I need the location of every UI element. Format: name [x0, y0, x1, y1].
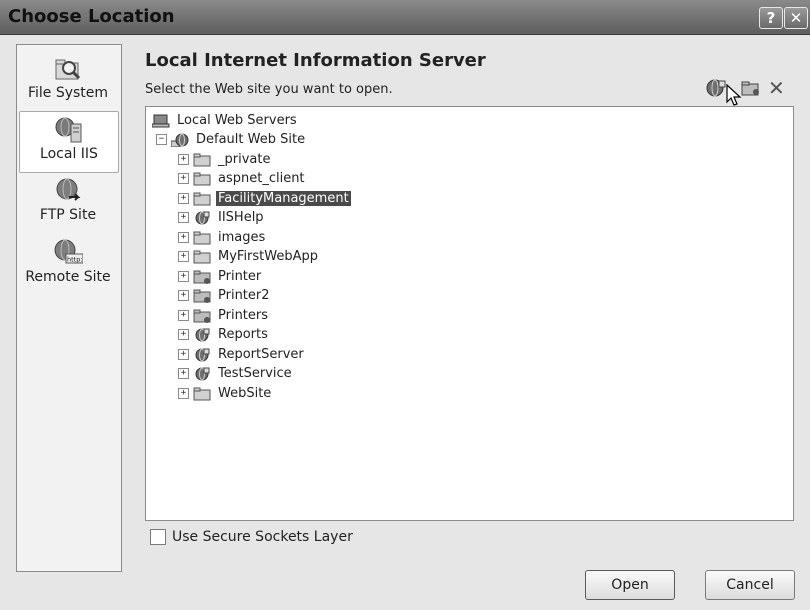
tree-node-label: MyFirstWebApp [218, 249, 319, 264]
ssl-option[interactable]: Use Secure Sockets Layer [150, 529, 353, 545]
expand-toggle[interactable]: + [178, 251, 189, 262]
place-ftp-site[interactable]: FTP Site [19, 173, 117, 233]
place-label: Local IIS [40, 146, 98, 162]
tree-node[interactable]: + _private [178, 150, 272, 169]
tree-node-default-web-site[interactable]: − Default Web Site [156, 130, 307, 149]
expand-toggle[interactable]: + [178, 329, 189, 340]
open-button[interactable]: Open [585, 570, 675, 600]
tree-node[interactable]: + Printer2 [178, 286, 272, 305]
expand-toggle[interactable]: + [178, 212, 189, 223]
cancel-button[interactable]: Cancel [705, 570, 795, 600]
tree-node-label: Local Web Servers [177, 113, 297, 128]
tree-node[interactable]: + ReportServer [178, 345, 306, 364]
tree-node-local-web-servers[interactable]: Local Web Servers [152, 111, 299, 130]
title-bar: Choose Location ? ✕ [0, 0, 810, 35]
web-app-globe-icon [195, 211, 210, 224]
tree-node-label: Printers [218, 308, 269, 323]
expand-toggle[interactable]: + [178, 154, 189, 165]
web-app-globe-icon [195, 348, 210, 361]
tree-node[interactable]: + WebSite [178, 384, 273, 403]
virtual-dir-icon [193, 289, 211, 303]
ssl-label: Use Secure Sockets Layer [172, 529, 353, 545]
ssl-checkbox[interactable] [150, 529, 166, 545]
web-app-globe-icon [195, 367, 210, 380]
web-site-globe-icon [171, 133, 189, 147]
http-globe-icon: http: [54, 239, 83, 264]
tree-node[interactable]: + IISHelp [178, 208, 266, 227]
tree-node-label: Default Web Site [196, 132, 306, 147]
expand-toggle[interactable]: + [178, 368, 189, 379]
expand-toggle[interactable]: + [178, 271, 189, 282]
panel-heading: Local Internet Information Server [145, 50, 486, 71]
expand-toggle[interactable]: + [178, 310, 189, 321]
help-button[interactable]: ? [759, 7, 783, 29]
tree-node-label: ReportServer [218, 347, 304, 362]
tree-node[interactable]: + images [178, 228, 267, 247]
collapse-toggle[interactable]: − [156, 134, 167, 145]
expand-toggle[interactable]: + [178, 349, 189, 360]
expand-toggle[interactable]: + [178, 232, 189, 243]
choose-location-dialog: Choose Location ? ✕ File System Local II… [0, 0, 810, 610]
iis-server-icon [55, 117, 82, 143]
place-label: FTP Site [39, 207, 97, 223]
computer-icon [152, 114, 170, 127]
tree-node-label: aspnet_client [218, 171, 305, 186]
folder-icon [193, 153, 211, 166]
expand-toggle[interactable]: + [178, 388, 189, 399]
create-web-application-icon[interactable] [705, 78, 727, 98]
tree-node-label: IISHelp [218, 210, 264, 225]
delete-icon[interactable]: ✕ [768, 76, 785, 100]
expand-toggle[interactable]: + [178, 193, 189, 204]
web-app-globe-icon [195, 328, 210, 341]
tree-node-label: Printer2 [218, 288, 270, 303]
tree-node-label: Reports [218, 327, 268, 342]
ftp-globe-icon [56, 178, 81, 201]
tree-node[interactable]: + FacilityManagement [178, 189, 351, 208]
mouse-pointer-icon [726, 84, 742, 106]
folder-icon [193, 192, 211, 205]
tree-node-label: images [218, 230, 266, 245]
location-type-bar: File System Local IIS FTP Site http: Rem… [16, 44, 122, 572]
expand-toggle[interactable]: + [178, 290, 189, 301]
svg-text:http:: http: [67, 256, 83, 264]
place-local-iis[interactable]: Local IIS [19, 111, 119, 173]
tree-node-label: _private [218, 152, 271, 167]
folder-icon [193, 387, 211, 400]
expand-toggle[interactable]: + [178, 173, 189, 184]
tree-node[interactable]: + aspnet_client [178, 169, 307, 188]
tree-node[interactable]: + TestService [178, 364, 294, 383]
dialog-title: Choose Location [8, 6, 175, 27]
tree-node-label: TestService [218, 366, 292, 381]
tree-node[interactable]: + Reports [178, 325, 270, 344]
tree-node-label: WebSite [218, 386, 272, 401]
place-remote-site[interactable]: http: Remote Site [19, 235, 117, 295]
place-file-system[interactable]: File System [19, 51, 117, 111]
tree-node-label-selected: FacilityManagement [216, 191, 351, 206]
place-label: File System [27, 85, 109, 101]
folder-icon [193, 172, 211, 185]
folder-icon [193, 250, 211, 263]
virtual-dir-icon [193, 270, 211, 284]
web-site-tree[interactable]: Local Web Servers − Default Web Site + _… [145, 106, 794, 521]
folder-icon [193, 231, 211, 244]
tree-node-label: Printer [218, 269, 262, 284]
tree-node[interactable]: + MyFirstWebApp [178, 247, 320, 266]
tree-node[interactable]: + Printer [178, 267, 263, 286]
instruction-text: Select the Web site you want to open. [145, 82, 393, 97]
close-button[interactable]: ✕ [784, 7, 808, 29]
virtual-dir-icon [193, 309, 211, 323]
magnifier-folder-icon [55, 59, 81, 80]
tree-node[interactable]: + Printers [178, 306, 270, 325]
place-label: Remote Site [25, 269, 111, 285]
